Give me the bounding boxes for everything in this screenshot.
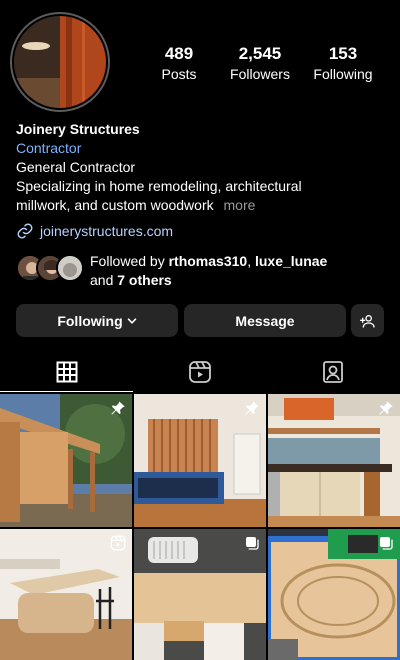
followers-stat[interactable]: 2,545 Followers	[215, 44, 305, 84]
posts-label: Posts	[161, 66, 197, 82]
tagged-icon	[322, 361, 343, 383]
post-thumbnail[interactable]	[134, 529, 266, 660]
followers-count: 2,545	[238, 44, 282, 63]
profile-category[interactable]: Contractor	[16, 139, 386, 158]
website-url: joinerystructures.com	[40, 223, 174, 239]
profile-website-link[interactable]: joinerystructures.com	[16, 222, 173, 240]
profile-subcategory: General Contractor	[16, 159, 136, 175]
follower-separator: ,	[247, 253, 252, 269]
carousel-icon	[380, 537, 393, 550]
following-count: 153	[328, 44, 358, 63]
post-thumbnail[interactable]	[134, 394, 266, 527]
pin-icon	[111, 401, 125, 415]
following-button-label: Following	[57, 312, 123, 329]
post-thumbnail[interactable]	[0, 529, 132, 660]
chevron-down-icon	[127, 317, 136, 324]
suggested-users-button[interactable]	[351, 304, 384, 337]
following-stat[interactable]: 153 Following	[298, 44, 388, 84]
posts-count: 489	[164, 44, 194, 63]
followed-by-prefix: Followed by	[90, 253, 165, 269]
post-thumbnail[interactable]	[268, 529, 400, 660]
reels-icon	[188, 361, 211, 383]
followed-by-row[interactable]: Followed by rthomas310, luxe_lunae and 7…	[16, 252, 370, 290]
followed-by-others[interactable]: 7 others	[117, 272, 171, 288]
message-button-label: Message	[235, 312, 295, 329]
followers-label: Followers	[230, 66, 290, 82]
followed-by-and: and	[90, 272, 114, 288]
profile-bio: Joinery Structures Contractor General Co…	[16, 120, 386, 215]
pin-icon	[379, 401, 393, 415]
follower-username-2[interactable]: luxe_lunae	[255, 253, 327, 269]
profile-name: Joinery Structures	[16, 121, 140, 137]
following-button[interactable]: Following	[16, 304, 178, 337]
posts-grid	[0, 394, 400, 660]
bio-line-2: millwork, and custom woodwork	[16, 197, 214, 213]
tab-posts-grid[interactable]	[0, 352, 133, 392]
post-thumbnail[interactable]	[268, 394, 400, 527]
tab-tagged[interactable]	[266, 352, 399, 392]
bio-line-1: Specializing in home remodeling, archite…	[16, 178, 302, 194]
following-label: Following	[313, 66, 373, 82]
add-person-icon	[359, 314, 375, 328]
link-icon	[17, 223, 33, 239]
followed-by-text: Followed by rthomas310, luxe_lunae and 7…	[90, 252, 370, 290]
profile-tabs	[0, 352, 400, 394]
avatar-image	[14, 16, 106, 108]
follower-username-1[interactable]: rthomas310	[169, 253, 248, 269]
posts-stat[interactable]: 489 Posts	[134, 44, 224, 84]
follower-avatars	[16, 252, 86, 284]
bio-more-link[interactable]: more	[224, 197, 256, 213]
profile-avatar[interactable]	[14, 16, 106, 108]
message-button[interactable]: Message	[184, 304, 346, 337]
carousel-icon	[246, 537, 259, 550]
tab-reels[interactable]	[133, 352, 266, 392]
reels-icon	[110, 535, 126, 551]
post-thumbnail[interactable]	[0, 394, 132, 527]
pin-icon	[245, 401, 259, 415]
follower-avatar	[56, 254, 84, 282]
grid-icon	[56, 361, 77, 382]
